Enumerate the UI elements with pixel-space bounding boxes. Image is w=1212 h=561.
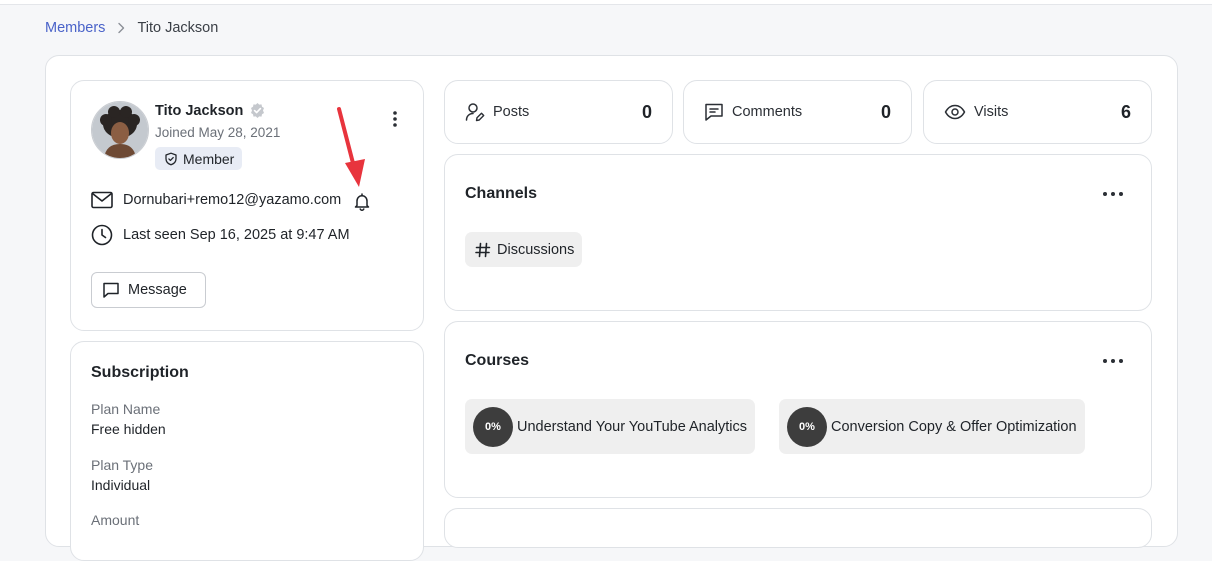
more-options-icon[interactable] [385, 109, 405, 129]
stat-posts[interactable]: Posts 0 [444, 80, 673, 144]
message-button[interactable]: Message [91, 272, 206, 308]
role-badge: Member [155, 147, 243, 170]
top-bar [0, 0, 1212, 5]
email-row: Dornubari+remo12@yazamo.com [91, 191, 341, 209]
chevron-right-icon [113, 20, 129, 36]
shield-icon [164, 152, 178, 166]
stat-visits-value: 6 [1120, 101, 1131, 122]
clock-icon [91, 224, 113, 246]
red-arrow-annotation [337, 107, 365, 187]
breadcrumb-current: Tito Jackson [137, 20, 219, 36]
plan-name-value: Free hidden [91, 421, 166, 437]
profile-card: Tito Jackson Joined May 28, 2021 Member … [70, 80, 424, 331]
stat-comments-value: 0 [880, 101, 891, 122]
plan-name-label: Plan Name [91, 401, 161, 417]
next-section-card [444, 508, 1152, 548]
course-progress-badge: 0% [787, 406, 827, 447]
last-seen-row: Last seen Sep 16, 2025 at 9:47 AM [91, 224, 350, 246]
stat-comments[interactable]: Comments 0 [683, 80, 912, 144]
member-name: Tito Jackson [155, 102, 244, 119]
stat-visits[interactable]: Visits 6 [923, 80, 1152, 144]
hash-icon [475, 242, 491, 258]
user-pen-icon [465, 102, 485, 122]
stat-comments-label: Comments [732, 104, 803, 120]
bell-icon[interactable] [352, 192, 372, 212]
message-button-label: Message [128, 282, 187, 298]
course-chip-youtube-analytics[interactable]: 0% Understand Your YouTube Analytics [465, 399, 756, 454]
course-chip-conversion-copy[interactable]: 0% Conversion Copy & Offer Optimization [779, 399, 1085, 454]
courses-card: Courses 0% Understand Your YouTube Analy… [444, 321, 1152, 498]
course-label: Understand Your YouTube Analytics [517, 418, 748, 435]
eye-icon [944, 102, 966, 122]
channel-label: Discussions [497, 241, 575, 258]
courses-title: Courses [465, 352, 530, 369]
channels-card: Channels Discussions [444, 154, 1152, 311]
name-row: Tito Jackson [155, 102, 266, 119]
role-label: Member [183, 150, 235, 167]
stat-posts-label: Posts [493, 104, 530, 120]
verified-badge-icon [249, 102, 266, 119]
subscription-title: Subscription [91, 364, 189, 381]
course-label: Conversion Copy & Offer Optimization [831, 418, 1077, 435]
last-seen-text: Last seen Sep 16, 2025 at 9:47 AM [123, 227, 350, 243]
amount-label: Amount [91, 512, 140, 528]
joined-date: Joined May 28, 2021 [155, 125, 281, 140]
channel-chip-discussions[interactable]: Discussions [465, 232, 583, 267]
chat-icon [102, 281, 120, 299]
course-progress-badge: 0% [473, 406, 513, 447]
channels-more-icon[interactable] [1103, 189, 1123, 199]
plan-type-value: Individual [91, 477, 151, 493]
stat-posts-value: 0 [641, 101, 652, 122]
member-email: Dornubari+remo12@yazamo.com [123, 192, 342, 208]
avatar[interactable] [91, 101, 149, 159]
subscription-card: Subscription Plan Name Free hidden Plan … [70, 341, 424, 561]
breadcrumb-members-link[interactable]: Members [45, 20, 105, 36]
plan-type-label: Plan Type [91, 457, 154, 473]
stat-visits-label: Visits [974, 104, 1009, 120]
courses-more-icon[interactable] [1103, 356, 1123, 366]
channels-title: Channels [465, 185, 538, 202]
mail-icon [91, 191, 113, 209]
comment-icon [704, 102, 724, 122]
breadcrumb: Members Tito Jackson [45, 20, 218, 36]
